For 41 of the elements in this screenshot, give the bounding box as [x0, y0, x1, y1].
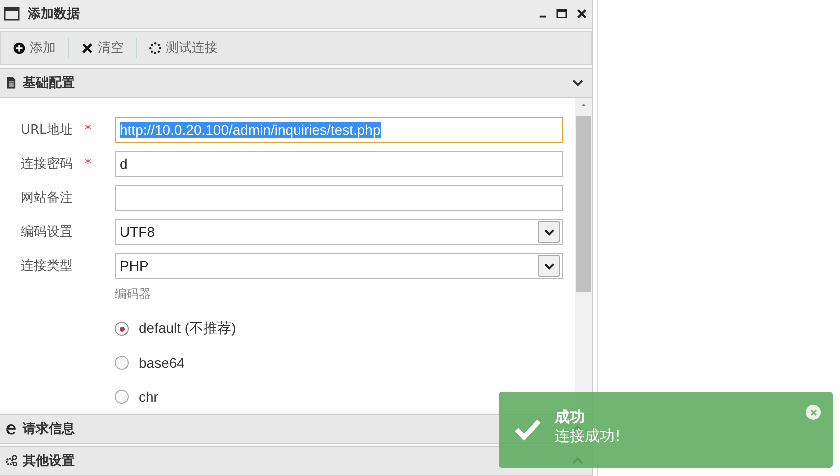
field-label: 网站备注	[21, 190, 74, 207]
section-title: 请求信息	[23, 421, 75, 438]
e-letter-icon	[5, 422, 18, 436]
radio-button[interactable]	[115, 322, 129, 336]
scroll-up-icon[interactable]	[580, 102, 588, 108]
spinner-icon	[149, 42, 162, 54]
radio-label: default (不推荐)	[139, 320, 236, 338]
field-label: 编码设置	[21, 224, 74, 241]
section-title: 其他设置	[23, 453, 75, 470]
toolbar-button[interactable]: 添加	[7, 36, 62, 60]
dropdown-button[interactable]	[538, 255, 560, 277]
group-label: 编码器	[115, 286, 152, 303]
field-label: URL地址	[21, 122, 74, 139]
radio-label: base64	[139, 355, 185, 371]
field-label: 连接密码	[21, 156, 74, 173]
radio-label: chr	[139, 389, 158, 405]
toolbar-button[interactable]: 清空	[75, 36, 130, 60]
maximize-icon[interactable]	[556, 7, 568, 21]
gears-icon	[5, 454, 18, 468]
section-header[interactable]: 基础配置	[0, 68, 592, 98]
scrollbar-thumb[interactable]	[576, 116, 591, 292]
required-mark: *	[85, 156, 92, 172]
window-title: 添加数据	[28, 6, 80, 23]
input-field[interactable]	[115, 185, 563, 211]
dropdown-button[interactable]	[538, 221, 560, 243]
radio-button[interactable]	[115, 390, 129, 404]
field-label: 连接类型	[21, 258, 74, 275]
dropdown[interactable]: UTF8	[115, 219, 563, 245]
plus-circle-icon	[13, 42, 26, 54]
document-icon	[5, 76, 18, 90]
close-icon[interactable]	[576, 7, 588, 21]
window-icon	[4, 6, 20, 22]
toolbar-button[interactable]: 测试连接	[143, 36, 224, 60]
radio-button[interactable]	[115, 356, 129, 370]
required-mark: *	[85, 122, 92, 138]
input-field[interactable]: d	[115, 151, 563, 177]
close-button[interactable]	[806, 405, 821, 420]
dropdown[interactable]: PHP	[115, 253, 563, 279]
close-icon	[810, 408, 818, 416]
section-title: 基础配置	[23, 75, 75, 92]
cross-icon	[81, 42, 94, 54]
